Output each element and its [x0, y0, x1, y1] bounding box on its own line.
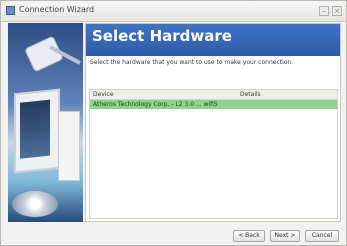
back-button[interactable]: < Back [233, 230, 265, 242]
column-header-device[interactable]: Device [93, 91, 114, 98]
next-button[interactable]: Next > [270, 230, 300, 242]
hardware-table: Device Details Atheros Technology Corp. … [89, 89, 338, 219]
disc-image [12, 191, 58, 217]
page-header: Select Hardware [86, 24, 340, 56]
side-illustration [8, 23, 83, 222]
page-title: Select Hardware [92, 27, 232, 45]
wizard-content-panel: Select Hardware Select the hardware that… [85, 23, 341, 222]
page-subtitle: Select the hardware that you want to use… [90, 59, 294, 66]
wizard-app-icon [6, 6, 15, 15]
window-title: Connection Wizard [19, 5, 95, 14]
computer-tower-image [58, 111, 80, 181]
connection-wizard-window: Connection Wizard – × Select Hardware Se… [0, 0, 347, 246]
minimize-button[interactable]: – [319, 6, 329, 16]
monitor-screen [20, 99, 50, 159]
title-bar[interactable]: Connection Wizard – × [1, 1, 346, 22]
cancel-button[interactable]: Cancel [305, 230, 339, 242]
close-button[interactable]: × [332, 6, 342, 16]
column-header-details[interactable]: Details [240, 91, 261, 98]
table-header: Device Details [90, 90, 337, 100]
monitor-image [14, 88, 60, 174]
table-row-selected[interactable]: Atheros Technology Corp. - L2 3.0 ... wi… [90, 100, 337, 109]
device-cell: Atheros Technology Corp. - L2 3.0 ... wi… [93, 101, 218, 108]
